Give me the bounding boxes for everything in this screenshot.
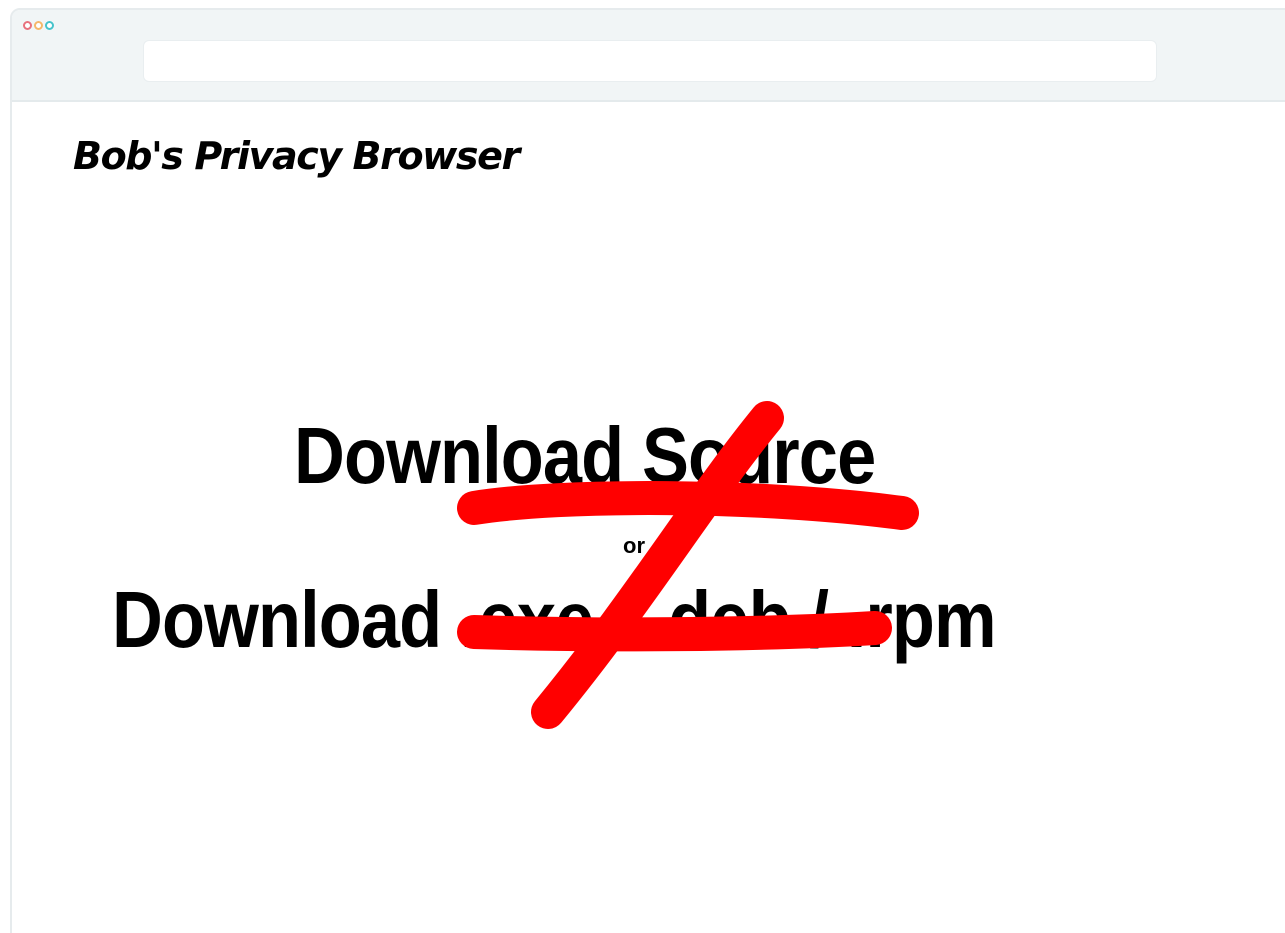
close-window-icon[interactable] xyxy=(23,21,32,30)
browser-toolbar xyxy=(12,10,1285,102)
window-controls xyxy=(23,21,54,30)
or-separator: or xyxy=(623,533,645,558)
download-binaries-link[interactable]: Download .exe / .deb / .rpm xyxy=(112,580,997,660)
download-source-link[interactable]: Download Source xyxy=(294,416,876,496)
zoom-window-icon[interactable] xyxy=(45,21,54,30)
site-title: Bob's Privacy Browser xyxy=(73,134,520,178)
address-bar[interactable] xyxy=(143,40,1157,82)
minimize-window-icon[interactable] xyxy=(34,21,43,30)
